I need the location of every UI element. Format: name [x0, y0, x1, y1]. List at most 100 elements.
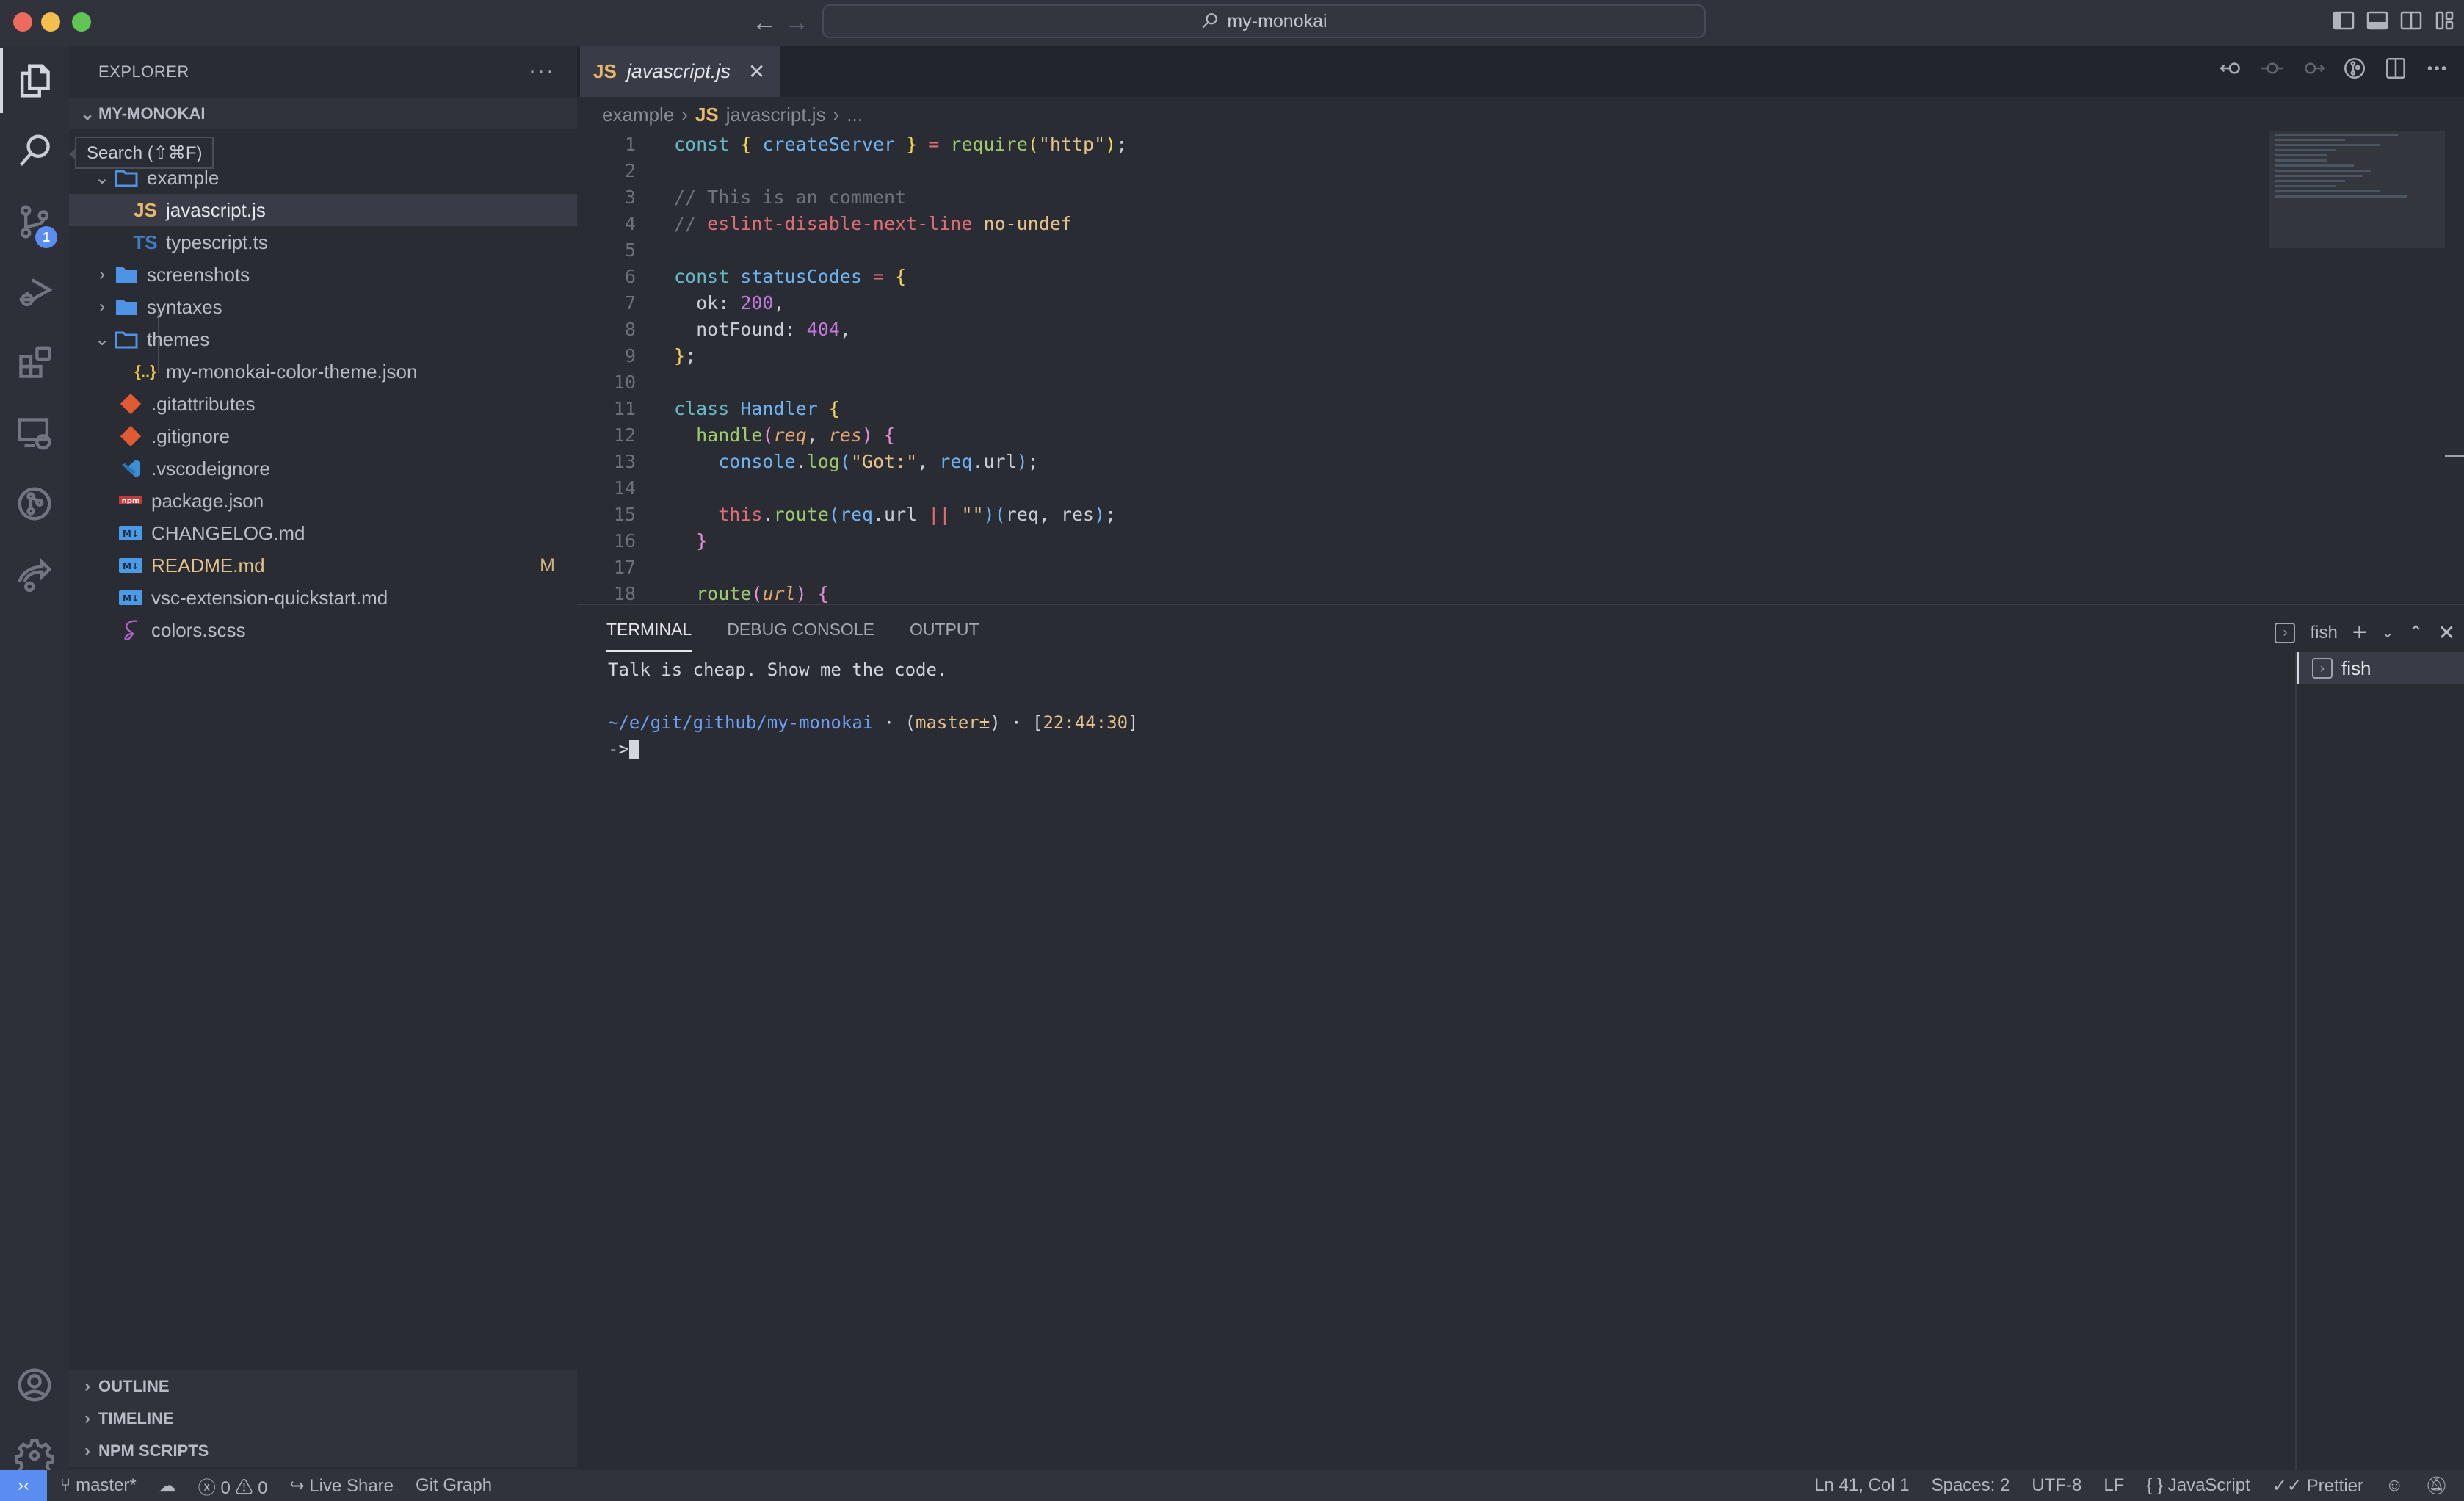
activity-explorer[interactable] — [0, 46, 69, 116]
more-actions-icon[interactable]: ··· — [529, 59, 555, 84]
toggle-primary-sidebar-icon[interactable] — [2332, 9, 2355, 32]
encoding[interactable]: UTF-8 — [2032, 1475, 2081, 1496]
prettier-status[interactable]: ✓✓ Prettier — [2272, 1475, 2363, 1497]
language-mode[interactable]: { } JavaScript — [2146, 1475, 2250, 1496]
tree-file-colors-scss[interactable]: colors.scss — [69, 614, 577, 646]
activity-search[interactable] — [0, 116, 69, 187]
line-number: 6 — [624, 265, 636, 287]
live-share-status[interactable]: ↪ Live Share — [290, 1475, 394, 1497]
tree-item-label: my-monokai-color-theme.json — [166, 360, 418, 383]
command-center[interactable]: my-monokai — [822, 4, 1706, 38]
explorer-title: EXPLORER — [98, 62, 189, 81]
json-file-icon: {..} — [134, 362, 156, 380]
tab-debug-console[interactable]: DEBUG CONSOLE — [727, 620, 874, 652]
terminal-time: 22:44:30 — [1043, 712, 1128, 733]
tree-folder-syntaxes[interactable]: › syntaxes — [69, 291, 577, 323]
tab-javascript-js[interactable]: JS javascript.js ✕ — [580, 46, 780, 97]
minimize-window-button[interactable] — [41, 12, 60, 32]
activity-live-share[interactable] — [0, 539, 69, 610]
tree-file-javascript[interactable]: JS javascript.js — [69, 194, 577, 226]
markdown-file-icon: M↓ — [117, 586, 144, 610]
breadcrumb-symbols[interactable]: ... — [847, 104, 863, 126]
notifications-off-icon[interactable]: 🔕︎ — [2426, 1475, 2448, 1497]
cursor-position[interactable]: Ln 41, Col 1 — [1814, 1475, 1909, 1496]
activity-run-debug[interactable] — [0, 257, 69, 328]
arrow-left-icon[interactable]: ← — [752, 9, 777, 37]
tab-terminal[interactable]: TERMINAL — [606, 620, 692, 652]
git-open-changes-icon[interactable] — [2260, 56, 2285, 81]
close-panel-icon[interactable]: ✕ — [2438, 621, 2455, 645]
line-number: 3 — [624, 186, 636, 208]
git-graph-status[interactable]: Git Graph — [416, 1475, 492, 1496]
git-next-change-icon[interactable] — [2301, 56, 2326, 81]
new-terminal-icon[interactable]: + — [2352, 618, 2367, 647]
maximize-panel-icon[interactable]: ⌃ — [2408, 622, 2423, 643]
tree-file-typescript[interactable]: TS typescript.ts — [69, 226, 577, 258]
minimap[interactable] — [2269, 131, 2445, 248]
activity-source-control[interactable]: 1 — [0, 187, 69, 257]
tree-folder-screenshots[interactable]: › screenshots — [69, 258, 577, 291]
line-text: // This is an comment — [674, 186, 907, 208]
terminal-input-line[interactable]: -> — [608, 736, 1138, 762]
line-number: 13 — [613, 450, 636, 472]
chevron-down-icon[interactable]: ⌄ — [2382, 623, 2394, 642]
tree-file-gitignore[interactable]: .gitignore — [69, 420, 577, 452]
search-tooltip: Search (⇧⌘F) — [68, 137, 214, 169]
activity-accounts[interactable] — [0, 1350, 69, 1420]
workspace-root-header[interactable]: ⌄ MY-MONOKAI — [69, 98, 577, 129]
more-actions-icon[interactable] — [2424, 56, 2449, 81]
scrollbar-marker[interactable] — [2445, 455, 2464, 457]
activity-remote-explorer[interactable] — [0, 398, 69, 469]
git-previous-change-icon[interactable] — [2219, 56, 2244, 81]
markdown-file-icon: M↓ — [117, 554, 144, 577]
tree-file-gitattributes[interactable]: .gitattributes — [69, 388, 577, 420]
sync-icon[interactable]: ☁ — [159, 1475, 176, 1497]
svg-text:M↓: M↓ — [123, 593, 139, 604]
toggle-secondary-sidebar-icon[interactable] — [2399, 9, 2423, 32]
folder-open-icon — [113, 328, 139, 351]
close-icon[interactable]: ✕ — [748, 59, 765, 84]
title-bar: ← → my-monokai — [0, 0, 2464, 46]
code-lines: 1 const { createServer } = require("http"… — [577, 131, 1127, 604]
arrow-right-icon[interactable]: → — [784, 9, 809, 37]
git-graph-icon[interactable] — [2342, 56, 2367, 81]
tree-file-quickstart[interactable]: M↓ vsc-extension-quickstart.md — [69, 582, 577, 614]
breadcrumb-file[interactable]: javascript.js — [726, 104, 826, 126]
terminal-name[interactable]: fish — [2310, 623, 2337, 643]
terminal-list-item[interactable]: › fish — [2297, 652, 2464, 684]
terminal-list: › fish — [2295, 652, 2464, 1470]
end-of-line[interactable]: LF — [2104, 1475, 2124, 1496]
tab-output[interactable]: OUTPUT — [910, 620, 979, 652]
toggle-panel-icon[interactable] — [2366, 9, 2389, 32]
npm-scripts-section[interactable]: › NPM SCRIPTS — [69, 1435, 577, 1467]
breadcrumb-folder[interactable]: example — [602, 104, 674, 126]
tree-file-vscodeignore[interactable]: .vscodeignore — [69, 452, 577, 485]
terminal-path: ~/e/git/github/my-monokai — [608, 712, 874, 733]
tree-file-package-json[interactable]: npm package.json — [69, 485, 577, 517]
remote-indicator-icon[interactable]: ›‹ — [0, 1470, 47, 1501]
tree-file-theme-json[interactable]: {..} my-monokai-color-theme.json — [69, 355, 577, 388]
code-editor[interactable]: example › JS javascript.js › ... 1 const … — [577, 97, 2464, 604]
indentation[interactable]: Spaces: 2 — [1932, 1475, 2010, 1496]
terminal-output[interactable]: Talk is cheap. Show me the code. ~/e/git… — [608, 657, 1138, 762]
tree-item-label: javascript.js — [166, 198, 266, 221]
tree-file-changelog[interactable]: M↓ CHANGELOG.md — [69, 517, 577, 549]
customize-layout-icon[interactable] — [2433, 9, 2457, 32]
outline-section[interactable]: › OUTLINE — [69, 1370, 577, 1403]
maximize-window-button[interactable] — [72, 12, 91, 32]
code-line: 3 // This is an comment — [577, 184, 1127, 210]
close-window-button[interactable] — [13, 12, 32, 32]
activity-git-graph[interactable] — [0, 469, 69, 539]
problems-status[interactable]: ⓧ 0 ⚠ 0 — [198, 1473, 268, 1499]
vscode-file-icon — [117, 457, 144, 480]
tree-folder-themes[interactable]: ⌄ themes — [69, 323, 577, 355]
tab-label: javascript.js — [626, 59, 731, 82]
activity-extensions[interactable] — [0, 328, 69, 398]
split-editor-icon[interactable] — [2383, 56, 2408, 81]
line-number: 11 — [613, 397, 636, 419]
feedback-icon[interactable]: ☺ — [2385, 1475, 2404, 1496]
branch-status[interactable]: ⑂ master* — [60, 1475, 137, 1496]
tree-file-readme[interactable]: M↓ README.md M — [69, 549, 577, 582]
timeline-section[interactable]: › TIMELINE — [69, 1403, 577, 1435]
code-line: 7 ok: 200, — [577, 289, 1127, 316]
